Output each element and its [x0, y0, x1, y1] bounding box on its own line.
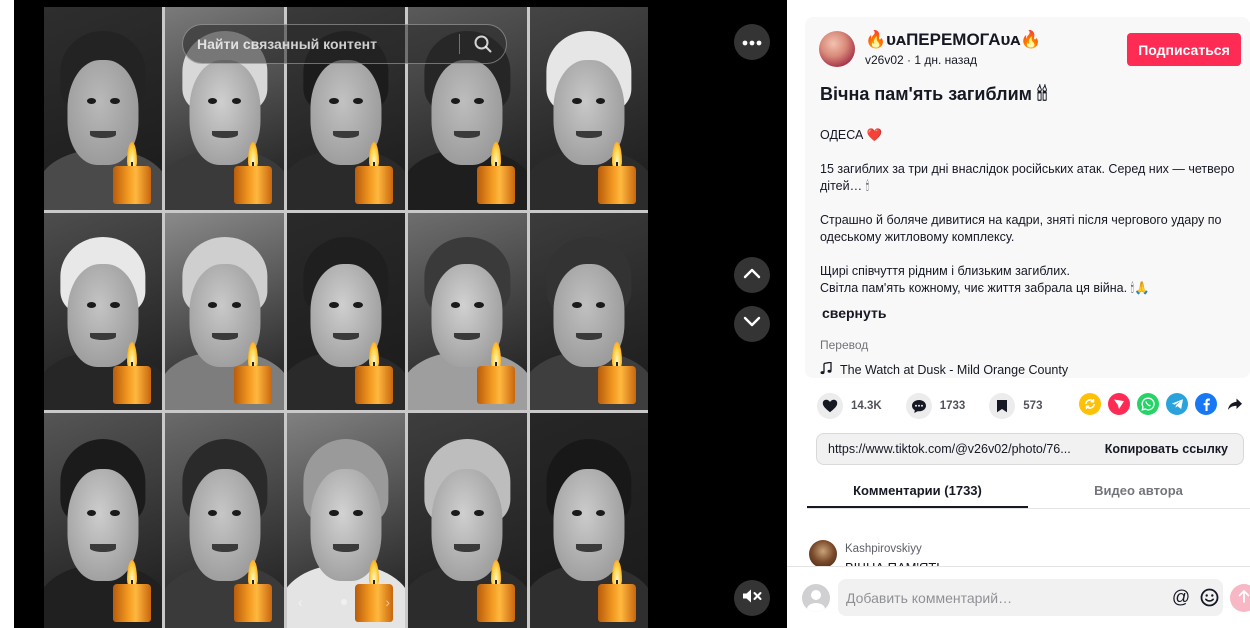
candle-icon: [598, 558, 637, 622]
candle-icon: [598, 140, 637, 204]
music-title: The Watch at Dusk - Mild Orange County: [840, 363, 1069, 377]
mention-icon[interactable]: @: [1167, 587, 1195, 608]
engagement-stats: 14.3K 1733 573: [817, 393, 1066, 419]
candle-icon: [598, 340, 637, 405]
send-direct-icon[interactable]: [1108, 393, 1130, 415]
comment-stat[interactable]: 1733: [905, 393, 966, 419]
memorial-photo-collage[interactable]: [44, 7, 648, 628]
comment-input[interactable]: Добавить комментарий… @: [838, 579, 1223, 616]
save-stat[interactable]: 573: [989, 393, 1042, 419]
share-more-arrow-icon[interactable]: [1224, 393, 1246, 415]
candle-icon: [476, 340, 515, 405]
current-user-avatar: [802, 584, 830, 612]
post-url[interactable]: https://www.tiktok.com/@v26v02/photo/76.…: [817, 442, 1090, 456]
like-count: 14.3K: [851, 400, 882, 412]
description-paragraph: 15 загиблих за три дні внаслідок російсь…: [820, 162, 1235, 193]
commenter-name[interactable]: Kashpirovskiyy: [845, 543, 922, 555]
translate-link[interactable]: Перевод: [820, 338, 868, 352]
tab-author-videos[interactable]: Видео автора: [1028, 478, 1249, 508]
author-name[interactable]: 🔥ᴜᴀПЕРЕМОГАᴜᴀ🔥: [865, 30, 1042, 50]
comment-composer: Добавить комментарий… @: [787, 566, 1250, 628]
comment-bubble-icon[interactable]: [905, 393, 932, 419]
comment-count: 1733: [939, 400, 966, 412]
memorial-portrait: [529, 7, 648, 210]
chevron-up-icon: [743, 266, 761, 284]
author-meta[interactable]: v26v02 · 1 дн. назад: [865, 53, 977, 67]
candle-icon: [476, 140, 515, 204]
pager-dot[interactable]: [341, 599, 347, 605]
tiktok-photo-post-page: Найти связанный контент ‹ › 🔥ᴜᴀПЕРЕМОГАᴜ…: [0, 0, 1250, 628]
candle-icon: [355, 340, 394, 405]
candle-icon: [233, 140, 272, 204]
comment-input-placeholder: Добавить комментарий…: [846, 589, 1013, 606]
author-avatar[interactable]: [819, 31, 855, 67]
candle-icon: [233, 340, 272, 405]
description-line: Світла пам'ять кожному, чиє життя забрал…: [820, 281, 1150, 295]
location-line: ОДЕСА ❤️: [820, 128, 883, 142]
related-content-search[interactable]: Найти связанный контент: [182, 24, 507, 64]
candle-icon: [112, 140, 151, 204]
telegram-icon[interactable]: [1166, 393, 1188, 415]
memorial-portrait: [44, 413, 163, 628]
music-note-icon: [820, 361, 832, 378]
photo-grid: [44, 7, 648, 628]
next-video-button[interactable]: [734, 306, 770, 342]
share-buttons: [1079, 393, 1246, 415]
details-panel: 🔥ᴜᴀПЕРЕМОГАᴜᴀ🔥 v26v02 · 1 дн. назад Подп…: [787, 0, 1250, 628]
collapse-description-button[interactable]: свернуть: [822, 305, 886, 321]
memorial-portrait: [529, 213, 648, 410]
candle-icon: [233, 558, 272, 622]
music-link[interactable]: The Watch at Dusk - Mild Orange County: [820, 361, 1069, 378]
save-count: 573: [1023, 400, 1043, 412]
arrow-up-icon: [1238, 589, 1250, 608]
speaker-muted-icon: [741, 588, 763, 609]
mute-button[interactable]: [734, 580, 770, 616]
photo-pager: ‹ ›: [298, 594, 390, 610]
search-placeholder: Найти связанный контент: [197, 36, 377, 52]
previous-video-button[interactable]: [734, 257, 770, 293]
candle-icon: [476, 558, 515, 622]
repost-icon[interactable]: [1079, 393, 1101, 415]
description-paragraph: Страшно й боляче дивитися на кадри, знят…: [820, 213, 1222, 244]
tab-comments[interactable]: Комментарии (1733): [807, 478, 1028, 508]
copy-link-box: https://www.tiktok.com/@v26v02/photo/76.…: [816, 433, 1244, 465]
page-margin: [0, 0, 14, 628]
candle-icon: [112, 340, 151, 405]
post-title: Вічна пам'ять загиблим 🕯🕯: [820, 84, 1048, 104]
chevron-down-icon: [743, 315, 761, 333]
candle-icon: [355, 558, 394, 622]
description-line: Щирі співчуття рідним і близьким загибли…: [820, 264, 1070, 278]
pager-next-icon[interactable]: ›: [385, 594, 390, 610]
whatsapp-icon[interactable]: [1137, 393, 1159, 415]
memorial-portrait: [408, 213, 527, 410]
more-options-button[interactable]: [734, 24, 770, 60]
media-viewer: Найти связанный контент ‹ ›: [0, 0, 787, 628]
facebook-icon[interactable]: [1195, 393, 1217, 415]
memorial-portrait: [408, 413, 527, 628]
memorial-portrait: [529, 413, 648, 628]
post-info-card: 🔥ᴜᴀПЕРЕМОГАᴜᴀ🔥 v26v02 · 1 дн. назад Подп…: [805, 17, 1250, 378]
post-description: ОДЕСА ❤️ 15 загиблих за три дні внаслідо…: [820, 127, 1235, 297]
memorial-portrait: [44, 7, 163, 210]
candle-icon: [355, 140, 394, 204]
search-icon[interactable]: [460, 35, 506, 53]
like-stat[interactable]: 14.3K: [817, 393, 882, 419]
memorial-portrait: [286, 213, 406, 410]
follow-button[interactable]: Подписаться: [1127, 33, 1241, 66]
heart-icon[interactable]: [817, 393, 843, 419]
commenter-avatar[interactable]: [809, 540, 837, 568]
panel-tabs: Комментарии (1733) Видео автора: [807, 478, 1250, 509]
candle-icon: [112, 558, 151, 622]
pager-prev-icon[interactable]: ‹: [298, 594, 303, 610]
memorial-portrait: [44, 213, 163, 410]
memorial-portrait: [165, 213, 284, 410]
more-dots-icon: [742, 33, 762, 51]
memorial-portrait: [165, 413, 284, 628]
post-comment-button[interactable]: [1230, 584, 1250, 612]
copy-link-button[interactable]: Копировать ссылку: [1090, 442, 1243, 456]
emoji-icon[interactable]: [1195, 588, 1223, 607]
bookmark-icon[interactable]: [989, 393, 1016, 419]
